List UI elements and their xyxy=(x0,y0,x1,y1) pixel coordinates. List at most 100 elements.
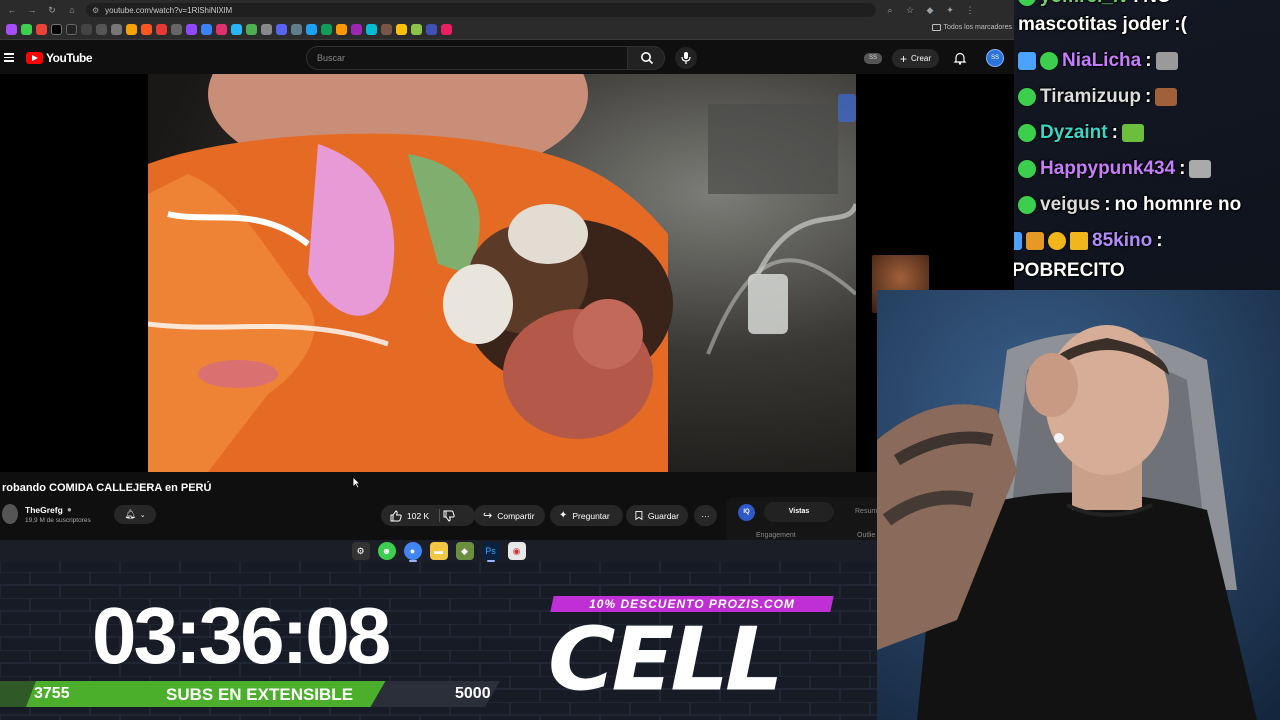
bookmark-icon[interactable] xyxy=(126,24,137,35)
bookmark-icon[interactable] xyxy=(411,24,422,35)
brand-logo: CELL xyxy=(548,608,784,711)
stream-screen: ← → ↻ ⌂ ⚙ youtube.com/watch?v=1RlShiNlXl… xyxy=(0,0,1280,720)
photoshop-icon[interactable]: Ps xyxy=(481,542,500,562)
chat-username: Happypunk434 xyxy=(1040,158,1176,179)
youtube-header: YouTube SS + Crear xyxy=(0,42,1014,74)
tab-summary[interactable]: Resum xyxy=(855,508,877,515)
bookmark-icon[interactable] xyxy=(141,24,152,35)
video-player[interactable] xyxy=(0,74,1014,472)
bookmark-icon[interactable] xyxy=(21,24,32,35)
bookmark-icon[interactable] xyxy=(321,24,332,35)
bookmark-icon[interactable] xyxy=(171,24,182,35)
chat-username: Dyzaint xyxy=(1040,122,1108,143)
cat-emote-icon xyxy=(1189,160,1212,178)
bookmark-icon[interactable] xyxy=(81,24,92,35)
bookmark-icon[interactable] xyxy=(426,24,437,35)
voice-search-button[interactable] xyxy=(675,47,697,69)
forward-icon[interactable]: → xyxy=(26,5,38,15)
sparkle-icon: ✦ xyxy=(559,510,568,521)
save-button[interactable]: Guardar xyxy=(626,505,688,526)
chat-separator: : xyxy=(1145,50,1152,71)
bookmark-icon[interactable] xyxy=(441,24,452,35)
notifications-button[interactable] xyxy=(953,51,967,65)
menu-icon[interactable]: ⋮ xyxy=(964,5,976,16)
address-bar[interactable]: ⚙ youtube.com/watch?v=1RlShiNlXlM xyxy=(86,3,876,17)
search-button[interactable] xyxy=(627,46,665,70)
chat-separator: : xyxy=(1179,158,1186,179)
bookmark-icon[interactable] xyxy=(231,24,242,35)
star-icon[interactable]: ☆ xyxy=(904,5,916,16)
chat-text: NO xyxy=(1143,0,1172,8)
tiktok-icon[interactable] xyxy=(66,24,77,35)
bookmark-icon[interactable] xyxy=(336,24,347,35)
chat-username: yomrei_iv xyxy=(1040,0,1129,8)
bookmark-icon[interactable] xyxy=(96,24,107,35)
url-text: youtube.com/watch?v=1RlShiNlXlM xyxy=(105,5,233,15)
file-explorer-icon[interactable]: ▬ xyxy=(429,542,448,560)
twitch-icon[interactable] xyxy=(186,24,197,35)
gmail-icon[interactable] xyxy=(36,24,47,35)
all-bookmarks-label: Todos los marcadores xyxy=(943,24,1012,31)
ss-badge[interactable]: SS xyxy=(864,53,882,64)
stream-chat: yomrei_iv : NO mascotitas joder :( NiaLi… xyxy=(1014,0,1280,290)
create-button[interactable]: + Crear xyxy=(892,49,940,68)
video-frame[interactable] xyxy=(148,74,856,472)
bookmark-icon[interactable] xyxy=(291,24,302,35)
chat-message: yomrei_iv : NO xyxy=(1018,0,1172,8)
tab-views[interactable]: Vistas xyxy=(764,502,834,522)
puzzle-icon[interactable]: ✦ xyxy=(944,5,956,16)
bookmark-icon[interactable] xyxy=(6,24,17,35)
bookmark-icon[interactable] xyxy=(381,24,392,35)
subscription-notifications-button[interactable]: 🔔︎ ⌄ xyxy=(114,505,156,524)
engagement-label[interactable]: Engagement xyxy=(756,532,796,539)
outlier-label[interactable]: Outlie xyxy=(857,532,875,539)
more-actions-button[interactable]: ··· xyxy=(694,505,717,526)
goal-label: SUBS EN EXTENSIBLE xyxy=(166,685,354,704)
bookmark-icon[interactable] xyxy=(201,24,212,35)
chat-message: Happypunk434 : xyxy=(1018,158,1212,180)
steam-icon[interactable]: ⚙ xyxy=(351,542,370,560)
discord-icon[interactable] xyxy=(276,24,287,35)
channel-name[interactable]: TheGrefg xyxy=(25,505,63,515)
chrome-icon[interactable]: ● xyxy=(403,542,422,562)
channel-avatar[interactable] xyxy=(2,504,18,524)
ask-label: Preguntar xyxy=(572,510,610,521)
chat-text: POBRECITO xyxy=(1014,260,1125,281)
share-button[interactable]: ↪ Compartir xyxy=(474,505,545,526)
chat-app-icon[interactable]: ☻ xyxy=(377,542,396,560)
site-info-icon[interactable]: ⚙ xyxy=(92,6,99,15)
bookmark-icon[interactable] xyxy=(351,24,362,35)
bookmark-icon[interactable] xyxy=(156,24,167,35)
bookmark-icon[interactable] xyxy=(246,24,257,35)
like-button[interactable]: 102 K xyxy=(381,505,475,526)
all-bookmarks-button[interactable]: Todos los marcadores xyxy=(931,24,1012,31)
thumbs-up-icon xyxy=(390,509,402,521)
bookmark-icon[interactable] xyxy=(396,24,407,35)
bookmark-icon[interactable] xyxy=(306,24,317,35)
reload-icon[interactable]: ↻ xyxy=(46,5,58,16)
browser-window: ← → ↻ ⌂ ⚙ youtube.com/watch?v=1RlShiNlXl… xyxy=(0,0,1014,540)
extension-logo-icon[interactable]: IQ xyxy=(738,504,755,521)
search-input[interactable] xyxy=(307,47,607,69)
zoom-icon[interactable]: ⌕ xyxy=(884,5,896,16)
chat-separator: : xyxy=(1133,0,1139,8)
search-icon xyxy=(641,52,654,65)
mouse-cursor-icon xyxy=(352,476,361,489)
obs-icon[interactable]: ◉ xyxy=(507,542,526,560)
bookmark-icon[interactable] xyxy=(111,24,122,35)
folder-icon xyxy=(931,24,941,31)
dislike-button[interactable] xyxy=(443,509,459,523)
minecraft-icon[interactable]: ◆ xyxy=(455,542,474,560)
extensions-icon[interactable]: ◆ xyxy=(924,5,936,16)
youtube-logo[interactable]: YouTube xyxy=(26,51,93,65)
home-icon[interactable]: ⌂ xyxy=(66,5,78,15)
bookmark-icon[interactable] xyxy=(261,24,272,35)
bookmark-icon[interactable] xyxy=(366,24,377,35)
x-icon[interactable] xyxy=(51,24,62,35)
ask-button[interactable]: ✦ Preguntar xyxy=(550,505,623,526)
back-icon[interactable]: ← xyxy=(6,5,18,15)
youtube-play-icon xyxy=(26,52,43,64)
account-avatar[interactable]: SS xyxy=(986,49,1004,67)
menu-hamburger-icon[interactable] xyxy=(4,51,14,63)
instagram-icon[interactable] xyxy=(216,24,227,35)
